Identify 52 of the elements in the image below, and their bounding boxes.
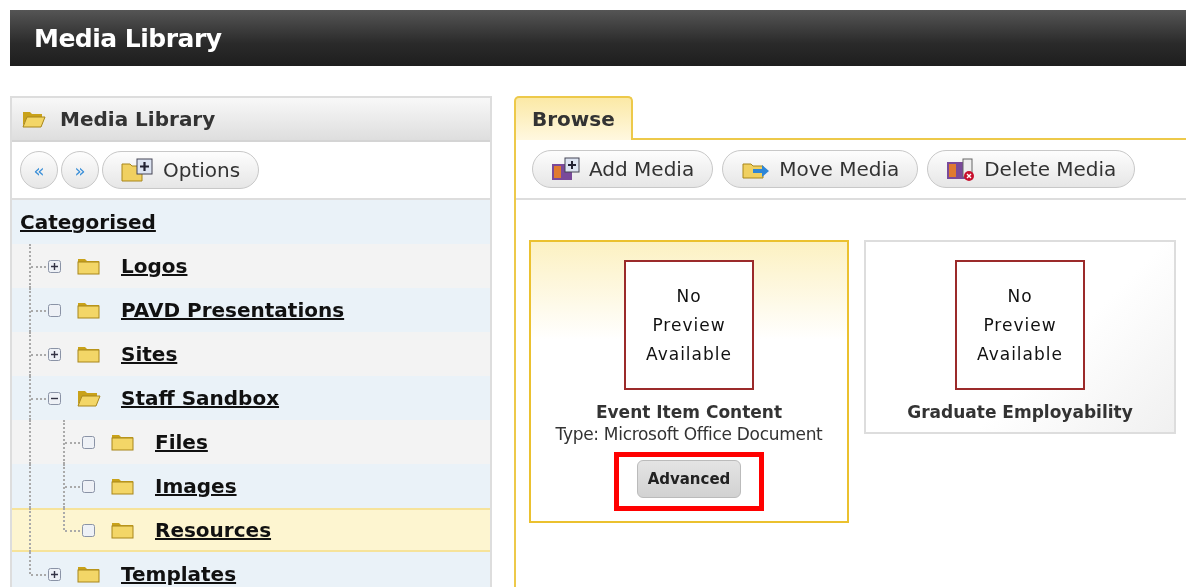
folder-icon — [77, 301, 101, 319]
toolbar-button[interactable]: Move Media — [722, 150, 919, 188]
media-title: Graduate Employability — [907, 402, 1133, 422]
page-title: Media Library — [34, 23, 222, 53]
tab[interactable]: Browse — [514, 96, 633, 140]
node-square-icon — [82, 479, 95, 493]
folder-icon — [111, 521, 135, 539]
node-square-icon — [48, 303, 61, 317]
folder-icon — [77, 565, 101, 583]
folder-link[interactable]: Sites — [121, 342, 178, 366]
media-card[interactable]: No Preview Available Event Item Content Type: Microsoft Office Document Advanced — [529, 240, 849, 523]
options-button[interactable]: Options — [102, 151, 260, 189]
folder-link[interactable]: Images — [155, 474, 237, 498]
node-square-icon — [82, 435, 95, 449]
tree-row[interactable]: Files — [12, 420, 490, 464]
folder-link[interactable]: PAVD Presentations — [121, 298, 345, 322]
category-link[interactable]: Categorised — [20, 210, 156, 234]
folder-link[interactable]: Staff Sandbox — [121, 386, 280, 410]
media-type: Type: Microsoft Office Document — [555, 424, 823, 444]
tree-row[interactable]: Templates — [12, 552, 490, 587]
advanced-button[interactable]: Advanced — [636, 460, 742, 498]
folder-link[interactable]: Resources — [155, 518, 272, 542]
tree-row[interactable]: PAVD Presentations — [12, 288, 490, 332]
folder-link[interactable]: Files — [155, 430, 208, 454]
folder-link[interactable]: Templates — [121, 562, 237, 586]
open-folder-icon — [77, 389, 101, 407]
tree-row[interactable]: Logos — [12, 244, 490, 288]
folder-icon — [111, 477, 135, 495]
media-title: Event Item Content — [595, 402, 783, 422]
folder-icon — [77, 345, 101, 363]
sidebar-title: Media Library — [60, 107, 216, 131]
expand-toggle[interactable] — [48, 347, 61, 361]
folder-link[interactable]: Logos — [121, 254, 188, 278]
expand-toggle[interactable] — [48, 259, 61, 273]
toolbar-button[interactable]: Delete Media — [927, 150, 1136, 188]
collapse-toggle[interactable] — [48, 391, 61, 405]
folder-add-icon — [121, 158, 155, 182]
tree-row[interactable]: Images — [12, 464, 490, 508]
expand-toggle[interactable] — [48, 567, 61, 581]
media-card[interactable]: No Preview Available Graduate Employability — [864, 240, 1176, 434]
tree-row[interactable]: Sites — [12, 332, 490, 376]
media-add-icon — [551, 156, 581, 182]
tree-row[interactable]: Staff Sandbox — [12, 376, 490, 420]
open-folder-icon — [22, 110, 46, 128]
node-square-icon — [82, 523, 95, 537]
preview-text: No Preview Available — [977, 284, 1063, 366]
folder-icon — [111, 433, 135, 451]
toolbar-button[interactable]: Add Media — [532, 150, 714, 188]
preview-text: No Preview Available — [646, 284, 732, 366]
folder-icon — [77, 257, 101, 275]
tree-row[interactable]: Resources — [12, 508, 490, 552]
media-delete-icon — [946, 156, 977, 182]
